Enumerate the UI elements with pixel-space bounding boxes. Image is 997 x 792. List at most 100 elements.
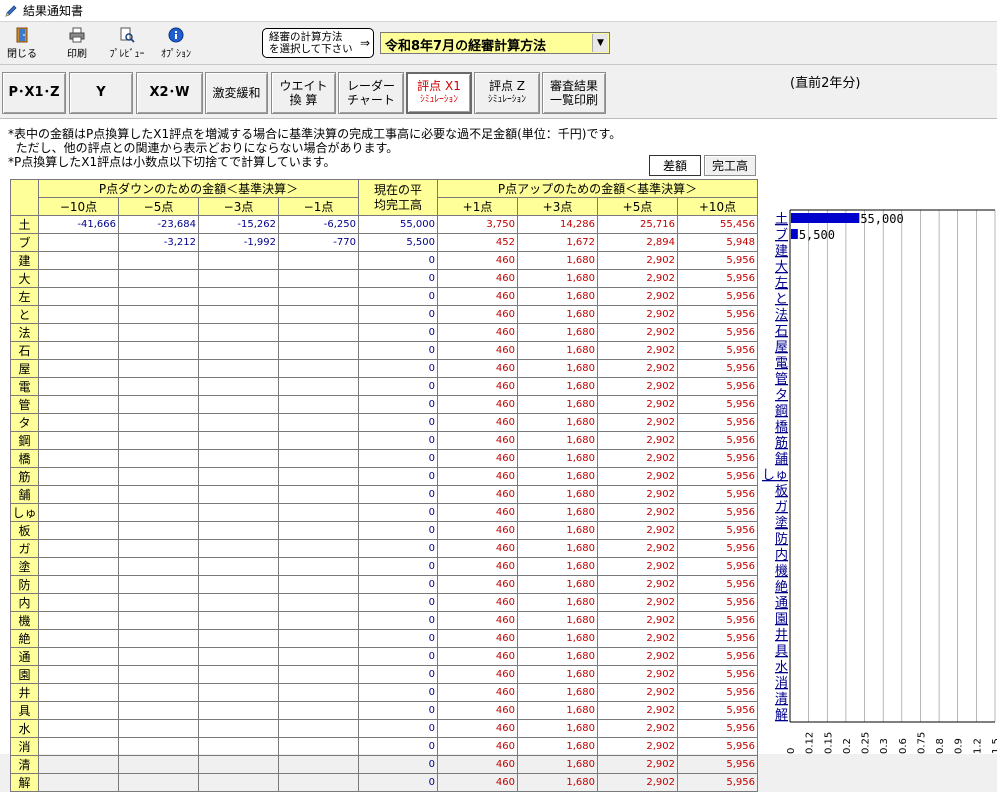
cell-p3: 1,680: [517, 287, 598, 306]
row-label: 絶: [10, 629, 39, 648]
cell-p3: 1,680: [517, 251, 598, 270]
diff-button[interactable]: 差額: [649, 155, 701, 176]
notes: *表中の金額はP点換算したX1評点を増減する場合に基準決算の完成工事高に必要な過…: [8, 127, 621, 169]
cell-m1: [278, 611, 359, 630]
cell-m5: [118, 755, 199, 774]
cell-m10: [38, 431, 119, 450]
cell-p1: 460: [437, 521, 518, 540]
cell-p5: 2,902: [597, 557, 678, 576]
cell-p1: 460: [437, 269, 518, 288]
tab-y[interactable]: Y: [69, 72, 133, 114]
cell-p3: 1,680: [517, 665, 598, 684]
cell-p1: 460: [437, 593, 518, 612]
cell-p5: 2,902: [597, 323, 678, 342]
cell-p5: 2,902: [597, 683, 678, 702]
table-row: しゅ 0 460 1,680 2,902 5,956: [10, 503, 758, 522]
cell-p3: 1,680: [517, 467, 598, 486]
cell-m1: [278, 359, 359, 378]
cell-m5: [118, 485, 199, 504]
table-row: 防 0 460 1,680 2,902 5,956: [10, 575, 758, 594]
table-row: 清 0 460 1,680 2,902 5,956: [10, 755, 758, 774]
table-row: 消 0 460 1,680 2,902 5,956: [10, 737, 758, 756]
cell-p10: 5,956: [677, 665, 758, 684]
tab-radar[interactable]: レーダー チャート: [338, 72, 404, 114]
cell-p10: 5,956: [677, 287, 758, 306]
cell-m1: [278, 719, 359, 738]
cell-p3: 1,680: [517, 395, 598, 414]
tab-result-line2: 一覧印刷: [549, 93, 598, 107]
cell-m3: [198, 557, 279, 576]
cell-m3: [198, 251, 279, 270]
cell-m10: [38, 269, 119, 288]
cell-m1: [278, 755, 359, 774]
row-label: 電: [10, 377, 39, 396]
row-label: 大: [10, 269, 39, 288]
tab-weight[interactable]: ウエイト 換 算: [271, 72, 336, 114]
tab-pxz[interactable]: P･X1･Z: [2, 72, 66, 114]
cell-m5: [118, 467, 199, 486]
cell-m1: [278, 557, 359, 576]
close-button[interactable]: 閉じる: [2, 27, 42, 61]
cell-p1: 460: [437, 665, 518, 684]
sales-button[interactable]: 完工高: [704, 155, 756, 176]
cell-p3: 1,680: [517, 341, 598, 360]
cell-m3: [198, 377, 279, 396]
row-label: 井: [10, 683, 39, 702]
cell-m5: [118, 359, 199, 378]
cell-m10: [38, 305, 119, 324]
tab-gekihen-label: 激変緩和: [212, 86, 261, 100]
cell-m1: [278, 539, 359, 558]
cell-m3: [198, 575, 279, 594]
cell-p3: 1,680: [517, 737, 598, 756]
cell-p1: 460: [437, 287, 518, 306]
cell-m1: [278, 413, 359, 432]
cell-p5: 2,902: [597, 341, 678, 360]
cell-m10: [38, 377, 119, 396]
cell-m3: [198, 665, 279, 684]
note-line2: ただし、他の評点との関連から表示どおりにならない場合があります。: [8, 141, 399, 155]
cell-m10: [38, 755, 119, 774]
cell-m1: [278, 593, 359, 612]
cell-p5: 2,902: [597, 665, 678, 684]
tab-result-print[interactable]: 審査結果 一覧印刷: [542, 72, 606, 114]
cell-m3: [198, 395, 279, 414]
cell-p10: 5,956: [677, 521, 758, 540]
table-row: 橋 0 460 1,680 2,902 5,956: [10, 449, 758, 468]
cell-m10: [38, 683, 119, 702]
cell-m3: [198, 539, 279, 558]
cell-p1: 460: [437, 341, 518, 360]
cell-m10: [38, 395, 119, 414]
cell-p3: 1,680: [517, 683, 598, 702]
note-line1: *表中の金額はP点換算したX1評点を増減する場合に基準決算の完成工事高に必要な過…: [8, 127, 622, 141]
cell-m1: [278, 377, 359, 396]
cell-p5: 2,902: [597, 611, 678, 630]
cell-m3: [198, 413, 279, 432]
option-button[interactable]: ｵﾌﾟｼｮﾝ: [152, 27, 200, 61]
cell-m3: [198, 269, 279, 288]
method-select[interactable]: 令和8年7月の経審計算方法 ▼: [380, 32, 610, 54]
tab-x1-simulation[interactable]: 評点 X1 ｼﾐｭﾚｰｼｮﾝ: [406, 72, 472, 114]
preview-button[interactable]: ﾌﾟﾚﾋﾞｭｰ: [103, 27, 151, 61]
close-label: 閉じる: [7, 49, 37, 60]
cell-cur: 0: [358, 665, 438, 684]
cell-m5: [118, 539, 199, 558]
tab-radar-line1: レーダー: [346, 79, 395, 93]
cell-p3: 1,680: [517, 701, 598, 720]
row-label: 土: [10, 215, 39, 234]
table-row: 舗 0 460 1,680 2,902 5,956: [10, 485, 758, 504]
chevron-down-icon[interactable]: ▼: [592, 34, 608, 52]
tab-gekihen[interactable]: 激変緩和: [205, 72, 268, 114]
cell-p1: 460: [437, 755, 518, 774]
cell-m3: [198, 647, 279, 666]
row-label: 法: [10, 323, 39, 342]
tab-x2w[interactable]: X2･W: [136, 72, 203, 114]
cell-p5: 2,902: [597, 305, 678, 324]
cell-p5: 2,902: [597, 521, 678, 540]
cell-p10: 5,956: [677, 305, 758, 324]
print-button[interactable]: 印刷: [57, 27, 97, 61]
tab-z-simulation[interactable]: 評点 Z ｼﾐｭﾚｰｼｮﾝ: [474, 72, 540, 114]
cell-p3: 1,680: [517, 755, 598, 774]
cell-m1: [278, 341, 359, 360]
table-row: 園 0 460 1,680 2,902 5,956: [10, 665, 758, 684]
simulation-table: P点ダウンのための金額＜基準決算＞ 現在の平 均完工高 P点アップのための金額＜…: [10, 179, 758, 792]
